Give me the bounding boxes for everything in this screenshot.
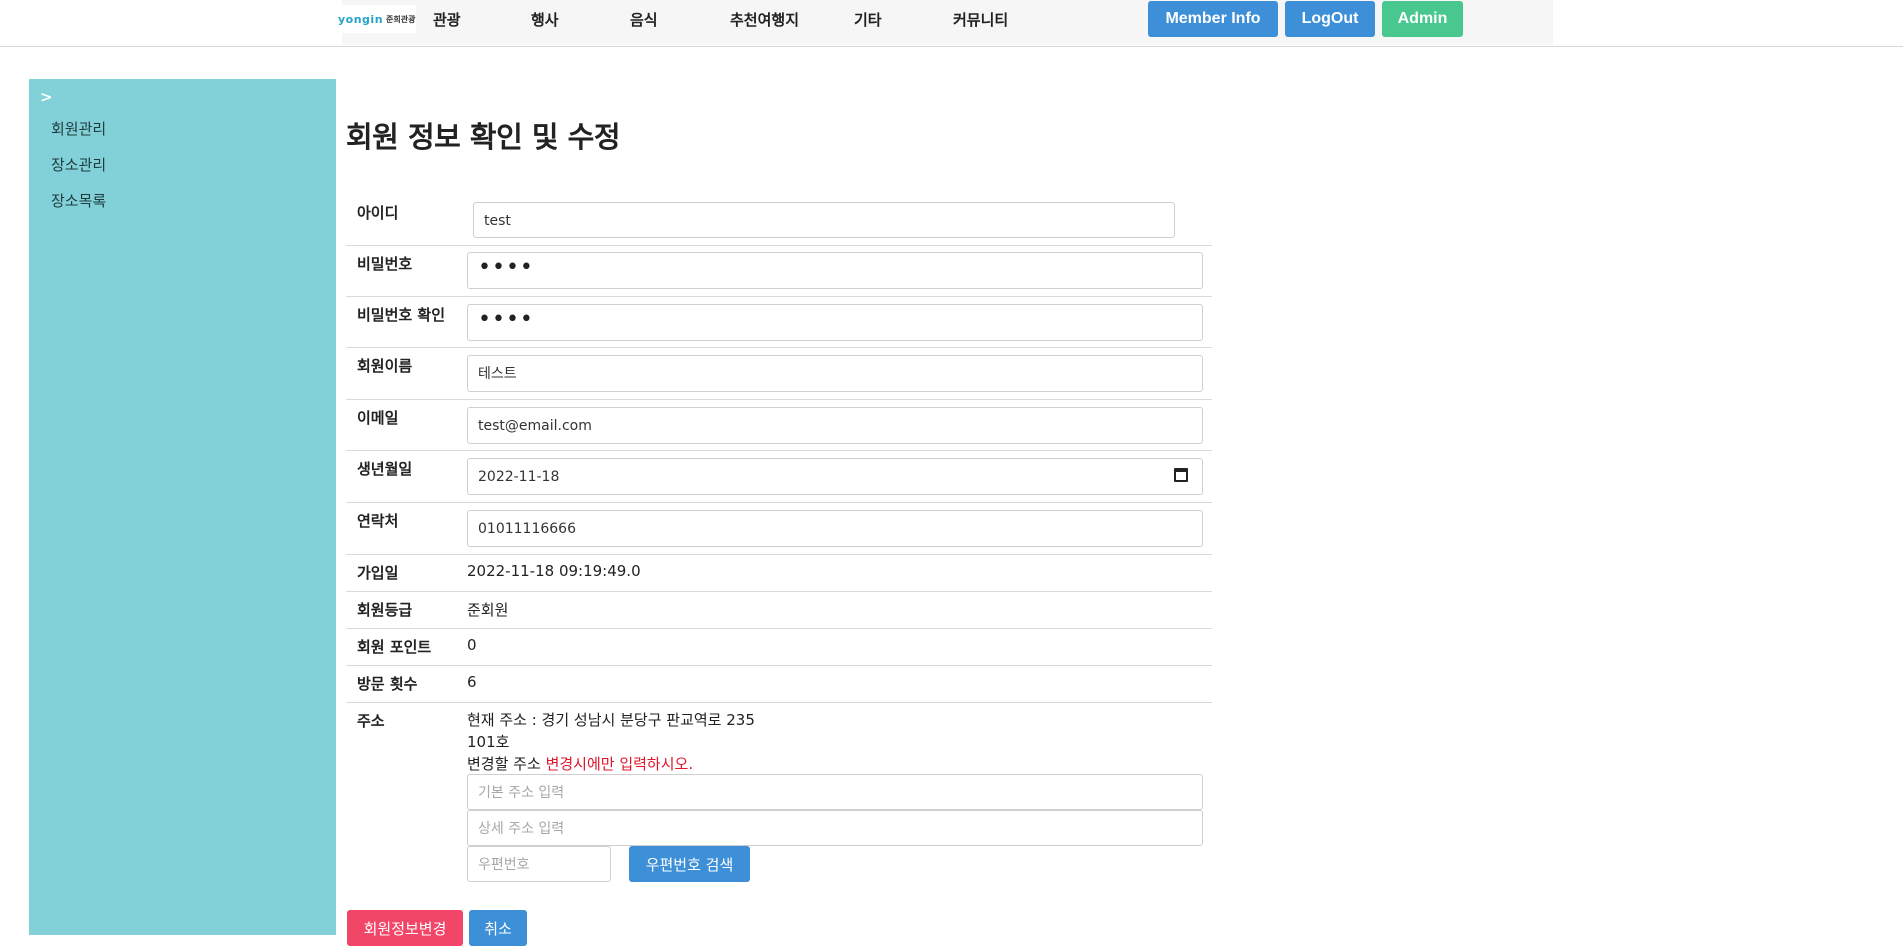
points-label: 회원 포인트 <box>357 638 432 656</box>
change-address-text: 변경할 주소 변경시에만 입력하시오. <box>467 753 693 774</box>
birth-value: 2022-11-18 <box>478 469 560 485</box>
detail-address-placeholder: 상세 주소 입력 <box>478 821 565 837</box>
password-field[interactable]: •••• <box>467 252 1203 289</box>
logout-button[interactable]: LogOut <box>1285 1 1375 37</box>
form-row-joined: 가입일 2022-11-18 09:19:49.0 <box>346 554 1212 592</box>
password-confirm-value: •••• <box>478 307 534 332</box>
detail-address-input[interactable]: 상세 주소 입력 <box>467 810 1203 846</box>
site-logo[interactable]: yongin 준희관광 <box>336 5 416 33</box>
current-address-line1: 현재 주소 : 경기 성남시 분당구 판교역로 235 <box>467 711 755 729</box>
change-address-label: 변경할 주소 <box>467 755 541 773</box>
change-address-note: 변경시에만 입력하시오. <box>545 755 694 773</box>
email-label: 이메일 <box>357 409 399 427</box>
password-confirm-field[interactable]: •••• <box>467 304 1203 341</box>
grade-label: 회원등급 <box>357 601 413 619</box>
id-label: 아이디 <box>357 204 399 222</box>
current-address-line2: 101호 <box>467 733 510 751</box>
id-field[interactable]: test <box>473 202 1175 238</box>
address-label: 주소 <box>357 712 385 730</box>
birth-label: 생년월일 <box>357 460 413 478</box>
phone-field[interactable]: 01011116666 <box>467 510 1203 547</box>
id-value: test <box>484 213 511 229</box>
password-value: •••• <box>478 255 534 280</box>
name-field[interactable]: 테스트 <box>467 355 1203 392</box>
email-field[interactable]: test@email.com <box>467 407 1203 444</box>
form-row-grade: 회원등급 준회원 <box>346 591 1212 629</box>
update-member-button[interactable]: 회원정보변경 <box>347 910 463 946</box>
form-row-visits: 방문 횟수 6 <box>346 665 1212 703</box>
admin-sidebar: > 회원관리 장소관리 장소목록 <box>29 79 336 935</box>
sidebar-toggle-arrow[interactable]: > <box>40 88 53 106</box>
grade-value: 준회원 <box>467 601 509 619</box>
sidebar-item-member-management[interactable]: 회원관리 <box>51 118 106 139</box>
visits-label: 방문 횟수 <box>357 675 418 693</box>
password-confirm-label: 비밀번호 확인 <box>357 306 446 324</box>
points-value: 0 <box>467 636 477 654</box>
logo-mark: yongin <box>338 12 384 26</box>
nav-events[interactable]: 행사 <box>531 9 559 30</box>
joined-label: 가입일 <box>357 564 399 582</box>
form-row-phone: 연락처 01011116666 <box>346 502 1212 555</box>
zipcode-placeholder: 우편번호 <box>478 857 530 873</box>
zipcode-search-button[interactable]: 우편번호 검색 <box>629 846 750 882</box>
nav-community[interactable]: 커뮤니티 <box>953 9 1008 30</box>
zipcode-input[interactable]: 우편번호 <box>467 846 611 882</box>
joined-value: 2022-11-18 09:19:49.0 <box>467 562 641 580</box>
name-value: 테스트 <box>478 366 517 382</box>
admin-button[interactable]: Admin <box>1382 1 1463 37</box>
member-info-button[interactable]: Member Info <box>1148 1 1278 37</box>
form-row-email: 이메일 test@email.com <box>346 399 1212 451</box>
form-row-name: 회원이름 테스트 <box>346 347 1212 400</box>
email-value: test@email.com <box>478 418 592 434</box>
sidebar-item-place-list[interactable]: 장소목록 <box>51 190 106 211</box>
phone-value: 01011116666 <box>478 521 576 537</box>
calendar-icon[interactable] <box>1174 468 1188 482</box>
password-label: 비밀번호 <box>357 255 413 273</box>
phone-label: 연락처 <box>357 512 399 530</box>
form-row-id: 아이디 test <box>346 194 1212 246</box>
sidebar-item-place-management[interactable]: 장소관리 <box>51 154 106 175</box>
form-row-password: 비밀번호 •••• <box>346 245 1212 297</box>
nav-recommended[interactable]: 추천여행지 <box>730 9 799 30</box>
top-header: yongin 준희관광 관광 행사 음식 추천여행지 기타 커뮤니티 Membe… <box>0 0 1903 47</box>
name-label: 회원이름 <box>357 357 413 375</box>
birth-date-field[interactable]: 2022-11-18 <box>467 458 1203 495</box>
cancel-button[interactable]: 취소 <box>469 910 527 946</box>
form-row-birth: 생년월일 2022-11-18 <box>346 450 1212 503</box>
form-row-password-confirm: 비밀번호 확인 •••• <box>346 296 1212 348</box>
base-address-input[interactable]: 기본 주소 입력 <box>467 774 1203 810</box>
nav-tour[interactable]: 관광 <box>433 9 461 30</box>
logo-text: 준희관광 <box>386 14 416 24</box>
visits-value: 6 <box>467 673 477 691</box>
base-address-placeholder: 기본 주소 입력 <box>478 785 565 801</box>
nav-etc[interactable]: 기타 <box>854 9 882 30</box>
form-row-address: 주소 현재 주소 : 경기 성남시 분당구 판교역로 235 101호 변경할 … <box>346 702 1212 892</box>
form-row-points: 회원 포인트 0 <box>346 628 1212 666</box>
page-title: 회원 정보 확인 및 수정 <box>346 120 621 154</box>
nav-food[interactable]: 음식 <box>630 9 658 30</box>
